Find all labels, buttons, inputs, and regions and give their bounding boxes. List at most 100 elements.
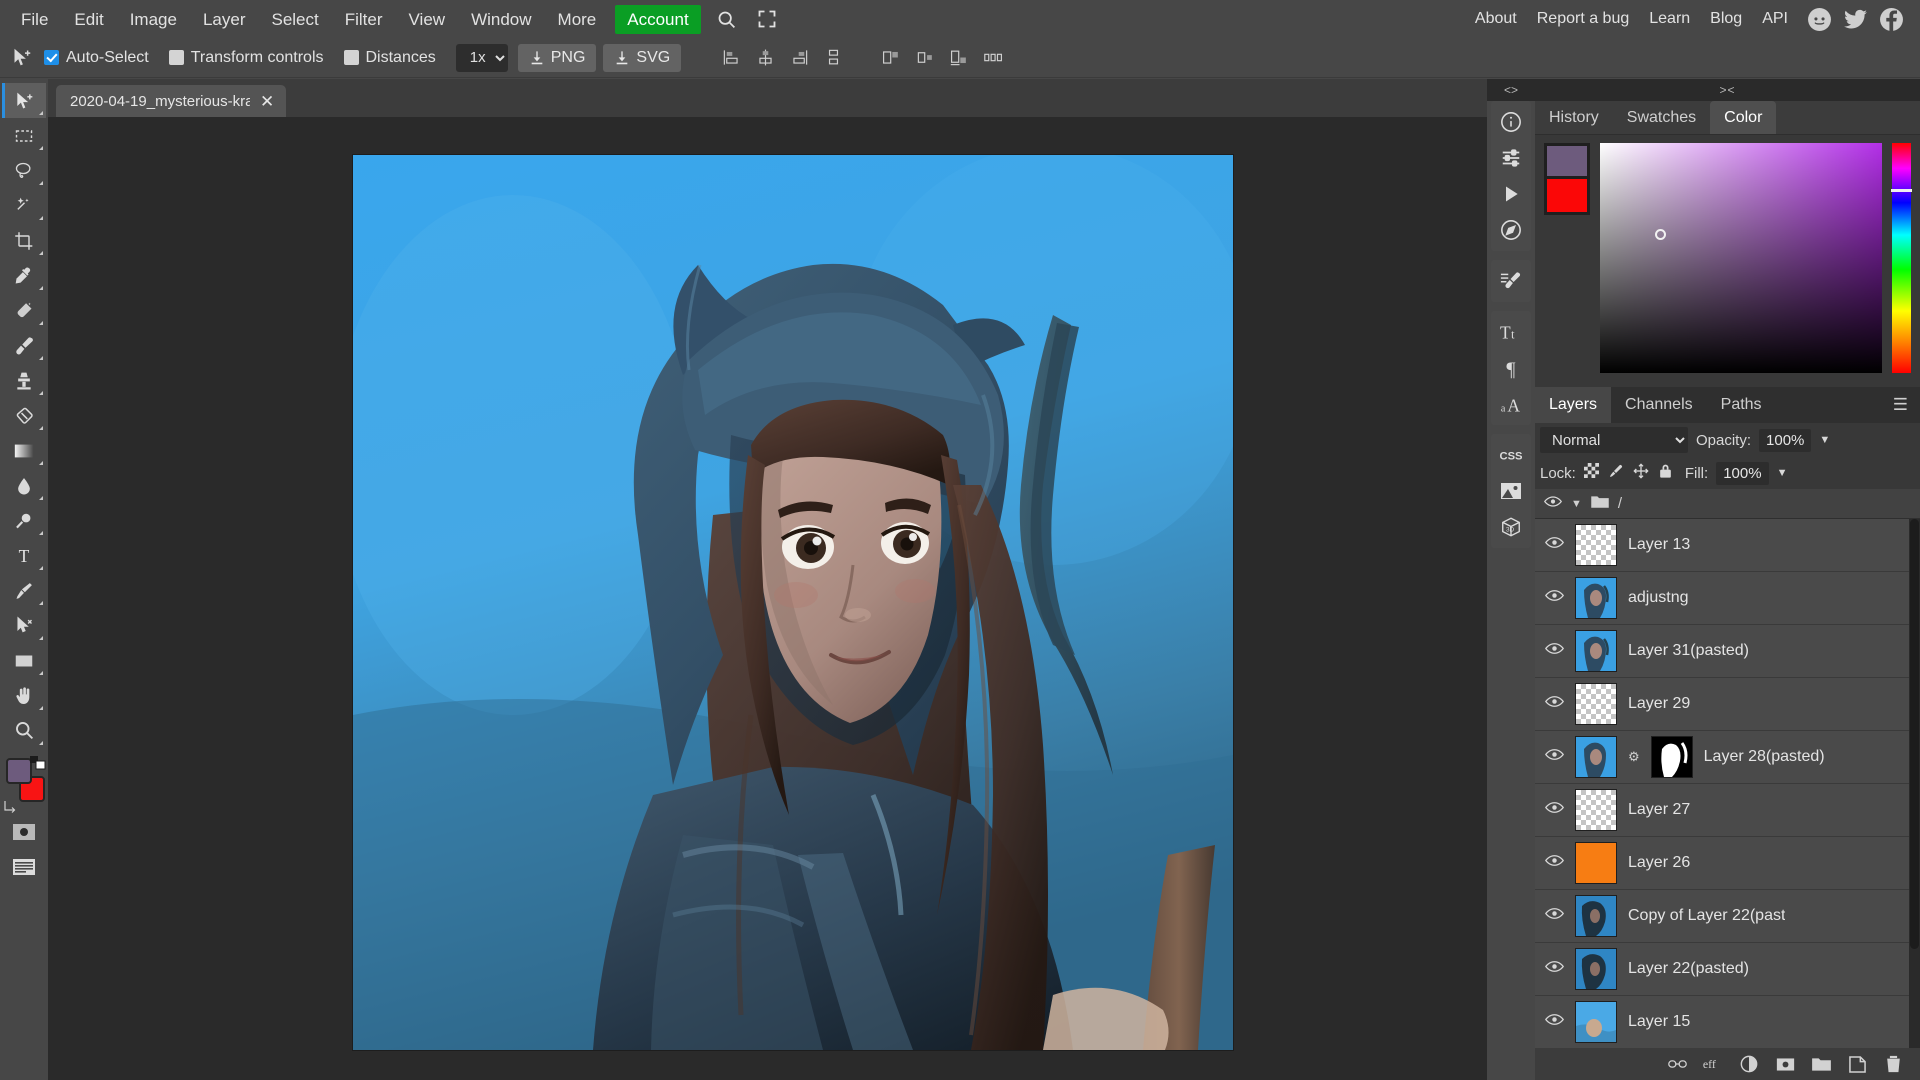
eye-icon[interactable] [1545, 801, 1564, 819]
reddit-icon[interactable] [1804, 4, 1834, 34]
layer-mask-thumbnail[interactable] [1650, 736, 1693, 778]
menu-item-filter[interactable]: Filter [332, 6, 396, 33]
eye-icon[interactable] [1545, 695, 1564, 713]
panel-menu-icon[interactable]: ☰ [1881, 387, 1920, 423]
layer-thumbnail[interactable] [1575, 524, 1617, 566]
layer-thumbnail[interactable] [1575, 895, 1617, 937]
color-panel-collapse[interactable]: >< [1535, 79, 1920, 101]
menu-item-edit[interactable]: Edit [61, 6, 116, 33]
facebook-icon[interactable] [1876, 4, 1906, 34]
eye-icon[interactable] [1545, 589, 1564, 607]
rail-collapse-label[interactable]: <> [1487, 79, 1535, 101]
shape-tool[interactable] [2, 643, 46, 678]
menu-item-select[interactable]: Select [258, 6, 331, 33]
opacity-value[interactable]: 100% [1759, 428, 1812, 452]
layer-name[interactable]: Layer 26 [1628, 854, 1690, 872]
layer-thumbnail[interactable] [1575, 842, 1617, 884]
layer-thumbnail[interactable] [1575, 683, 1617, 725]
layer-name[interactable]: Layer 15 [1628, 1013, 1690, 1031]
layer-thumbnail[interactable] [1575, 577, 1617, 619]
lock-transparency-icon[interactable] [1583, 463, 1599, 483]
adjustment-layer-icon[interactable] [1738, 1053, 1760, 1075]
eraser-tool[interactable] [2, 398, 46, 433]
dodge-tool[interactable] [2, 503, 46, 538]
layer-name[interactable]: Layer 27 [1628, 801, 1690, 819]
layer-thumbnail[interactable] [1575, 736, 1617, 778]
adjustments-icon[interactable] [1491, 140, 1531, 176]
link-learn[interactable]: Learn [1639, 5, 1700, 33]
zoom-tool[interactable] [2, 713, 46, 748]
eye-icon[interactable] [1545, 642, 1564, 660]
distribute-right-icon[interactable] [944, 44, 974, 72]
type-tool[interactable]: T [2, 538, 46, 573]
link-layers-icon[interactable] [1666, 1053, 1688, 1075]
layer-thumbnail[interactable] [1575, 789, 1617, 831]
artboard[interactable] [353, 155, 1233, 1050]
eyedropper-tool[interactable] [2, 258, 46, 293]
align-center-icon[interactable] [750, 44, 780, 72]
actions-play-icon[interactable] [1491, 176, 1531, 212]
layer-thumbnail[interactable] [1575, 1001, 1617, 1043]
lasso-tool[interactable] [2, 153, 46, 188]
new-group-icon[interactable] [1810, 1053, 1832, 1075]
layer-effects-icon[interactable]: eff [1702, 1053, 1724, 1075]
healing-brush-tool[interactable] [2, 293, 46, 328]
brush-tool[interactable] [2, 328, 46, 363]
eye-icon[interactable] [1545, 854, 1564, 872]
table-row[interactable]: Layer 22(pasted) [1535, 943, 1920, 996]
distances-checkbox[interactable] [343, 50, 359, 65]
layer-mask-icon[interactable] [1774, 1053, 1796, 1075]
layers-scrollbar[interactable] [1909, 519, 1920, 1048]
path-selection-tool[interactable] [2, 608, 46, 643]
close-icon[interactable]: ✕ [260, 93, 274, 110]
info-icon[interactable] [1491, 104, 1531, 140]
twitter-icon[interactable] [1840, 4, 1870, 34]
export-png-button[interactable]: PNG [517, 43, 597, 72]
menu-item-file[interactable]: File [8, 6, 61, 33]
distribute-center-icon[interactable] [910, 44, 940, 72]
table-row[interactable]: Copy of Layer 22(past [1535, 890, 1920, 943]
magic-wand-tool[interactable] [2, 188, 46, 223]
lock-all-icon[interactable] [1658, 463, 1673, 484]
fill-value[interactable]: 100% [1716, 461, 1769, 485]
tab-color[interactable]: Color [1710, 101, 1777, 134]
transform-controls-checkbox[interactable] [168, 50, 184, 65]
link-api[interactable]: API [1752, 5, 1798, 33]
menu-item-more[interactable]: More [545, 6, 610, 33]
auto-select-checkbox[interactable] [44, 50, 59, 65]
eye-icon[interactable] [1545, 960, 1564, 978]
transform-controls-option[interactable]: Transform controls [168, 49, 324, 67]
account-button[interactable]: Account [615, 4, 701, 34]
opacity-dropdown-icon[interactable]: ▼ [1819, 434, 1830, 446]
blur-tool[interactable] [2, 468, 46, 503]
rectangular-marquee-tool[interactable] [2, 118, 46, 153]
lock-position-icon[interactable] [1633, 462, 1649, 484]
mask-link-icon[interactable]: ⚙ [1628, 749, 1640, 765]
align-top-icon[interactable] [818, 44, 848, 72]
table-row[interactable]: Layer 15 [1535, 996, 1920, 1048]
brush-settings-icon[interactable] [1491, 263, 1531, 299]
layers-scrollbar-thumb[interactable] [1910, 519, 1919, 949]
tab-history[interactable]: History [1535, 101, 1613, 134]
crop-tool[interactable] [2, 223, 46, 258]
table-row[interactable]: Layer 29 [1535, 678, 1920, 731]
new-layer-icon[interactable] [1846, 1053, 1868, 1075]
layer-name[interactable]: Layer 29 [1628, 695, 1690, 713]
link-about[interactable]: About [1465, 5, 1527, 33]
eye-icon[interactable] [1544, 495, 1562, 512]
tab-paths[interactable]: Paths [1707, 387, 1776, 423]
hue-marker[interactable] [1891, 189, 1912, 192]
distances-option[interactable]: Distances [343, 49, 436, 67]
screen-mode-icon[interactable] [2, 849, 46, 884]
layers-list[interactable]: Layer 13 adjustng Layer 31(pasted) Layer… [1535, 519, 1920, 1048]
hand-tool[interactable] [2, 678, 46, 713]
css-icon[interactable]: CSS [1491, 437, 1531, 473]
navigator-icon[interactable] [1491, 212, 1531, 248]
table-row[interactable]: Layer 27 [1535, 784, 1920, 837]
menu-item-window[interactable]: Window [458, 6, 544, 33]
pen-tool[interactable] [2, 573, 46, 608]
eye-icon[interactable] [1545, 1013, 1564, 1031]
table-row[interactable]: Layer 31(pasted) [1535, 625, 1920, 678]
quick-mask-icon[interactable] [2, 814, 46, 849]
canvas-area[interactable] [48, 117, 1535, 1080]
